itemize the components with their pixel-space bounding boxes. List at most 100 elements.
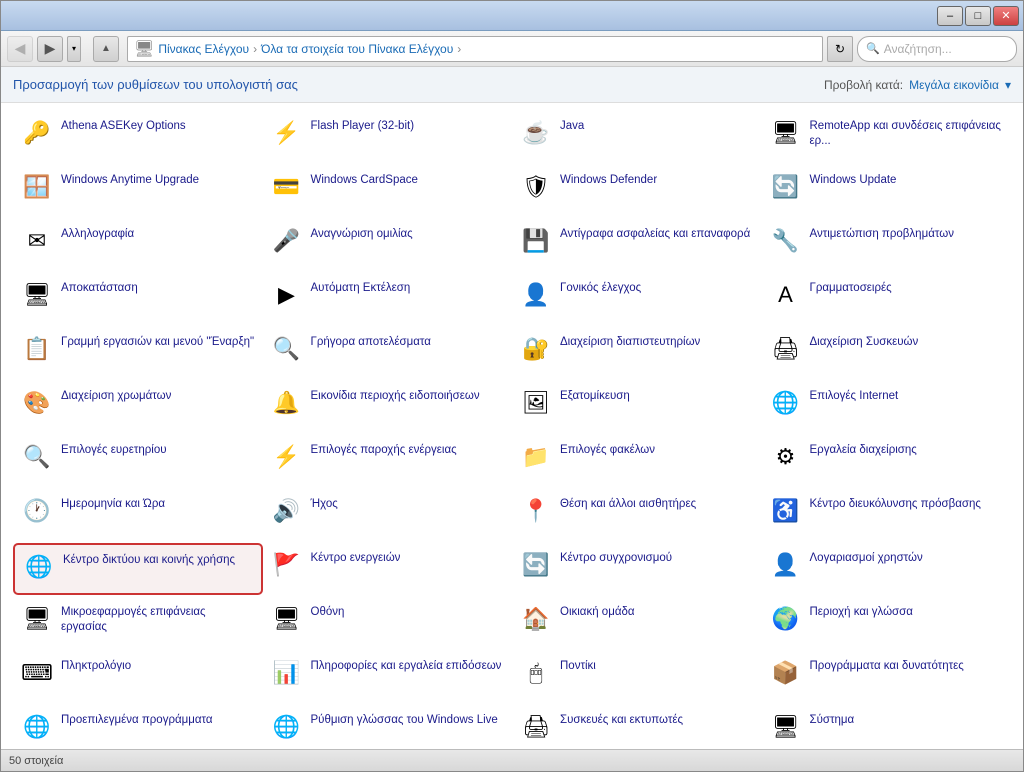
status-bar: 50 στοιχεία — [1, 749, 1023, 771]
cp-item-ergaleia-diaxeirisis[interactable]: ⚙Εργαλεία διαχείρισης — [762, 435, 1012, 487]
view-value-link[interactable]: Μεγάλα εικονίδια — [909, 78, 999, 92]
cp-item-ixos[interactable]: 🔊Ήχος — [263, 489, 513, 541]
cp-label-syskeyes-ektypotes: Συσκευές και εκτυπωτές — [560, 711, 683, 728]
cp-label-ponti: Ποντίκι — [560, 657, 596, 674]
cp-icon-proepileghena: 🌐 — [21, 711, 53, 743]
cp-item-flash[interactable]: ⚡ Flash Player (32-bit) — [263, 111, 513, 163]
cp-item-gonikos[interactable]: 👤Γονικός έλεγχος — [512, 273, 762, 325]
cp-item-diaxirisi-syskeyon[interactable]: 🖨Διαχείριση Συσκευών — [762, 327, 1012, 379]
cp-item-epiloges-internet[interactable]: 🌐Επιλογές Internet — [762, 381, 1012, 433]
refresh-button[interactable]: ↻ — [827, 36, 853, 62]
back-button[interactable]: ◀ — [7, 36, 33, 62]
cp-icon-logariasmoi: 👤 — [770, 549, 802, 581]
cp-item-proepileghena[interactable]: 🌐 Προεπιλεγμένα προγράμματα — [13, 705, 263, 749]
cp-icon-windows-anytime: 🪟 — [21, 171, 53, 203]
cp-item-grammatoseires[interactable]: AΓραμματοσειρές — [762, 273, 1012, 325]
breadcrumb-item-2[interactable]: Όλα τα στοιχεία του Πίνακα Ελέγχου — [261, 42, 453, 56]
maximize-button[interactable]: □ — [965, 6, 991, 26]
cp-icon-ponti: 🖱 — [520, 657, 552, 689]
cp-item-kentro-energeion[interactable]: 🚩Κέντρο ενεργειών — [263, 543, 513, 595]
cp-icon-java: ☕ — [520, 117, 552, 149]
cp-item-antimetopisi[interactable]: 🔧Αντιμετώπιση προβλημάτων — [762, 219, 1012, 271]
cp-item-grammi[interactable]: 📋Γραμμή εργασιών και μενού "Έναρξη" — [13, 327, 263, 379]
cp-item-eikonidio-periochis[interactable]: 🔔Εικονίδια περιοχής ειδοποιήσεων — [263, 381, 513, 433]
cp-label-diaxirisi-pistopoiitirion: Διαχείριση διαπιστευτηρίων — [560, 333, 700, 350]
cp-item-cardspace[interactable]: 💳Windows CardSpace — [263, 165, 513, 217]
cp-item-epiloges-paroxis[interactable]: ⚡Επιλογές παροχής ενέργειας — [263, 435, 513, 487]
cp-item-java[interactable]: ☕Java — [512, 111, 762, 163]
cp-item-defender[interactable]: 🛡Windows Defender — [512, 165, 762, 217]
cp-icon-thesi-aisthitires: 📍 — [520, 495, 552, 527]
nav-dropdown-button[interactable]: ▾ — [67, 36, 81, 62]
cp-item-automati[interactable]: ▶Αυτόματη Εκτέλεση — [263, 273, 513, 325]
cp-icon-automati: ▶ — [271, 279, 303, 311]
cp-icon-pliroforis-epid: 📊 — [271, 657, 303, 689]
cp-label-epiloges-fakelion: Επιλογές φακέλων — [560, 441, 655, 458]
cp-item-othoni[interactable]: 🖥Οθόνη — [263, 597, 513, 649]
cp-label-gonikos: Γονικός έλεγχος — [560, 279, 641, 296]
cp-label-mikroefarmogis: Μικροεφαρμογές επιφάνειας εργασίας — [61, 603, 255, 635]
cp-item-epiloges-efretiriou[interactable]: 🔍Επιλογές ευρετηρίου — [13, 435, 263, 487]
cp-item-apokatastasi[interactable]: 🖥Αποκατάσταση — [13, 273, 263, 325]
cp-icon-imerominea: 🕐 — [21, 495, 53, 527]
cp-item-remoteapp[interactable]: 🖥RemoteApp και συνδέσεις επιφάνειας ερ..… — [762, 111, 1012, 163]
cp-label-flash: Flash Player (32-bit) — [311, 117, 415, 134]
cp-item-imerominea[interactable]: 🕐Ημερομηνία και Ώρα — [13, 489, 263, 541]
cp-item-windows-update[interactable]: 🔄Windows Update — [762, 165, 1012, 217]
cp-item-systima[interactable]: 🖥Σύστημα — [762, 705, 1012, 749]
cp-item-kentro-diktyou[interactable]: 🌐Κέντρο δικτύου και κοινής χρήσης — [13, 543, 263, 595]
close-button[interactable]: ✕ — [993, 6, 1019, 26]
cp-item-ponti[interactable]: 🖱 Ποντίκι — [512, 651, 762, 703]
cp-item-diaxirisi-pistopoiitirion[interactable]: 🔐Διαχείριση διαπιστευτηρίων — [512, 327, 762, 379]
breadcrumb-item-1[interactable]: Πίνακας Ελέγχου — [158, 42, 249, 56]
cp-label-rythmisi-glossas: Ρύθμιση γλώσσας του Windows Live — [311, 711, 498, 728]
cp-item-thesi-aisthitires[interactable]: 📍Θέση και άλλοι αισθητήρες — [512, 489, 762, 541]
cp-item-kentro-diekolynsis[interactable]: ♿Κέντρο διευκόλυνσης πρόσβασης — [762, 489, 1012, 541]
breadcrumb: Πίνακας Ελέγχου › Όλα τα στοιχεία του Πί… — [158, 42, 461, 56]
cp-item-logariasmoi[interactable]: 👤Λογαριασμοί χρηστών — [762, 543, 1012, 595]
cp-item-exatomikefsi[interactable]: 🖼Εξατομίκευση — [512, 381, 762, 433]
cp-item-grigora[interactable]: 🔍Γρήγορα αποτελέσματα — [263, 327, 513, 379]
breadcrumb-separator: › — [253, 42, 257, 56]
item-count: 50 στοιχεία — [9, 755, 63, 767]
cp-label-windows-update: Windows Update — [810, 171, 897, 188]
cp-item-allilografia[interactable]: ✉Αλληλογραφία — [13, 219, 263, 271]
cp-label-athena: Athena ASEKey Options — [61, 117, 186, 134]
cp-label-proepileghena: Προεπιλεγμένα προγράμματα — [61, 711, 213, 728]
cp-item-rythmisi-glossas[interactable]: 🌐Ρύθμιση γλώσσας του Windows Live — [263, 705, 513, 749]
cp-item-anagnorisi[interactable]: 🎤Αναγνώριση ομιλίας — [263, 219, 513, 271]
forward-button[interactable]: ▶ — [37, 36, 63, 62]
breadcrumb-separator-2: › — [457, 42, 461, 56]
cp-label-diaxirisi-syskeyon: Διαχείριση Συσκευών — [810, 333, 919, 350]
cp-item-antigrafo[interactable]: 💾Αντίγραφα ασφαλείας και επαναφορά — [512, 219, 762, 271]
minimize-button[interactable]: – — [937, 6, 963, 26]
cp-label-kentro-sygxronismou: Κέντρο συγχρονισμού — [560, 549, 672, 566]
cp-icon-diaxirisi-xromaton: 🎨 — [21, 387, 53, 419]
cp-item-epiloges-fakelion[interactable]: 📁Επιλογές φακέλων — [512, 435, 762, 487]
cp-item-periochi-glossa[interactable]: 🌍Περιοχή και γλώσσα — [762, 597, 1012, 649]
title-bar: – □ ✕ — [1, 1, 1023, 31]
cp-item-kentro-sygxronismou[interactable]: 🔄Κέντρο συγχρονισμού — [512, 543, 762, 595]
cp-icon-cardspace: 💳 — [271, 171, 303, 203]
content-header: Προσαρμογή των ρυθμίσεων του υπολογιστή … — [1, 67, 1023, 103]
cp-item-mikroefarmogis[interactable]: 🖥Μικροεφαρμογές επιφάνειας εργασίας — [13, 597, 263, 649]
cp-icon-oikiaki-omada: 🏠 — [520, 603, 552, 635]
cp-item-programmata-dynatotites[interactable]: 📦Προγράμματα και δυνατότητες — [762, 651, 1012, 703]
cp-label-ixos: Ήχος — [311, 495, 338, 512]
cp-item-windows-anytime[interactable]: 🪟Windows Anytime Upgrade — [13, 165, 263, 217]
cp-label-grammatoseires: Γραμματοσειρές — [810, 279, 892, 296]
cp-icon-flash: ⚡ — [271, 117, 303, 149]
cp-icon-epiloges-efretiriou: 🔍 — [21, 441, 53, 473]
cp-item-diaxirisi-xromaton[interactable]: 🎨Διαχείριση χρωμάτων — [13, 381, 263, 433]
search-box[interactable]: 🔍 Αναζήτηση... — [857, 36, 1017, 62]
cp-item-oikiaki-omada[interactable]: 🏠Οικιακή ομάδα — [512, 597, 762, 649]
up-button[interactable]: ▲ — [93, 36, 119, 62]
cp-item-syskeyes-ektypotes[interactable]: 🖨Συσκευές και εκτυπωτές — [512, 705, 762, 749]
cp-item-athena[interactable]: 🔑 Athena ASEKey Options — [13, 111, 263, 163]
cp-icon-athena: 🔑 — [21, 117, 53, 149]
cp-icon-kentro-energeion: 🚩 — [271, 549, 303, 581]
cp-item-pliroforis-epid[interactable]: 📊Πληροφορίες και εργαλεία επιδόσεων — [263, 651, 513, 703]
view-dropdown-icon[interactable]: ▾ — [1005, 78, 1011, 92]
cp-item-pliktrologio[interactable]: ⌨Πληκτρολόγιο — [13, 651, 263, 703]
cp-icon-systima: 🖥 — [770, 711, 802, 743]
